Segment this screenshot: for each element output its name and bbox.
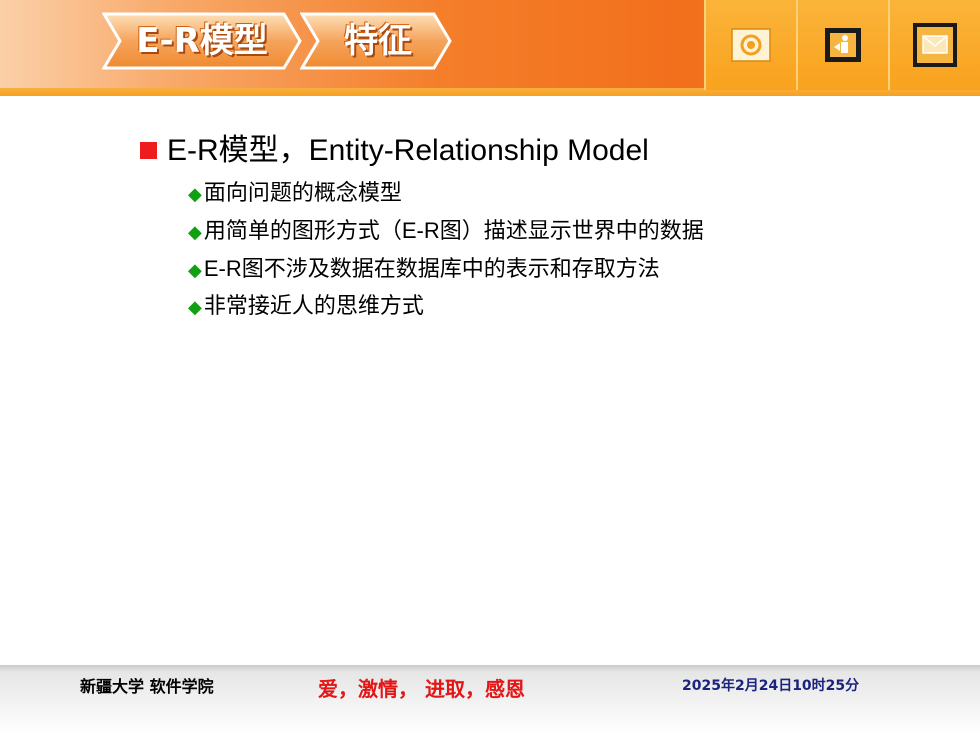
- list-item-text: E-R图不涉及数据在数据库中的表示和存取方法: [203, 256, 660, 281]
- heading-text: E-R模型，Entity-Relationship Model: [167, 134, 649, 167]
- bullet-square-icon: [140, 142, 157, 159]
- nav-icon-bar: [704, 0, 980, 90]
- mail-button[interactable]: [888, 0, 980, 90]
- diamond-bullet-icon: ◆: [188, 260, 202, 280]
- list-item-text: 非常接近人的思维方式: [203, 293, 424, 318]
- diamond-bullet-icon: ◆: [188, 297, 202, 317]
- tab-features-label: 特征: [344, 21, 412, 61]
- tab-er-model-label: E-R模型: [136, 21, 268, 61]
- list-item-text: 面向问题的概念模型: [203, 180, 402, 205]
- diamond-bullet-icon: ◆: [188, 222, 202, 242]
- diamond-bullet-icon: ◆: [188, 184, 202, 204]
- footer-datetime: 2025年2月24日10时25分: [682, 678, 860, 694]
- list-item: ◆非常接近人的思维方式: [188, 290, 424, 322]
- target-button[interactable]: [704, 0, 796, 90]
- exit-button[interactable]: [796, 0, 888, 90]
- exit-icon: [825, 28, 861, 62]
- list-item-text: 用简单的图形方式（E-R图）描述显示世界中的数据: [203, 218, 704, 243]
- list-item: ◆用简单的图形方式（E-R图）描述显示世界中的数据: [188, 215, 704, 247]
- heading-item: E-R模型，Entity-Relationship Model: [140, 131, 649, 171]
- list-item: ◆面向问题的概念模型: [188, 177, 402, 209]
- footer-motto: 爱，激情， 进取，感恩: [318, 677, 525, 701]
- target-icon: [731, 28, 771, 62]
- mail-icon: [913, 23, 957, 67]
- list-item: ◆E-R图不涉及数据在数据库中的表示和存取方法: [188, 253, 660, 285]
- footer-school: 新疆大学 软件学院: [80, 677, 214, 696]
